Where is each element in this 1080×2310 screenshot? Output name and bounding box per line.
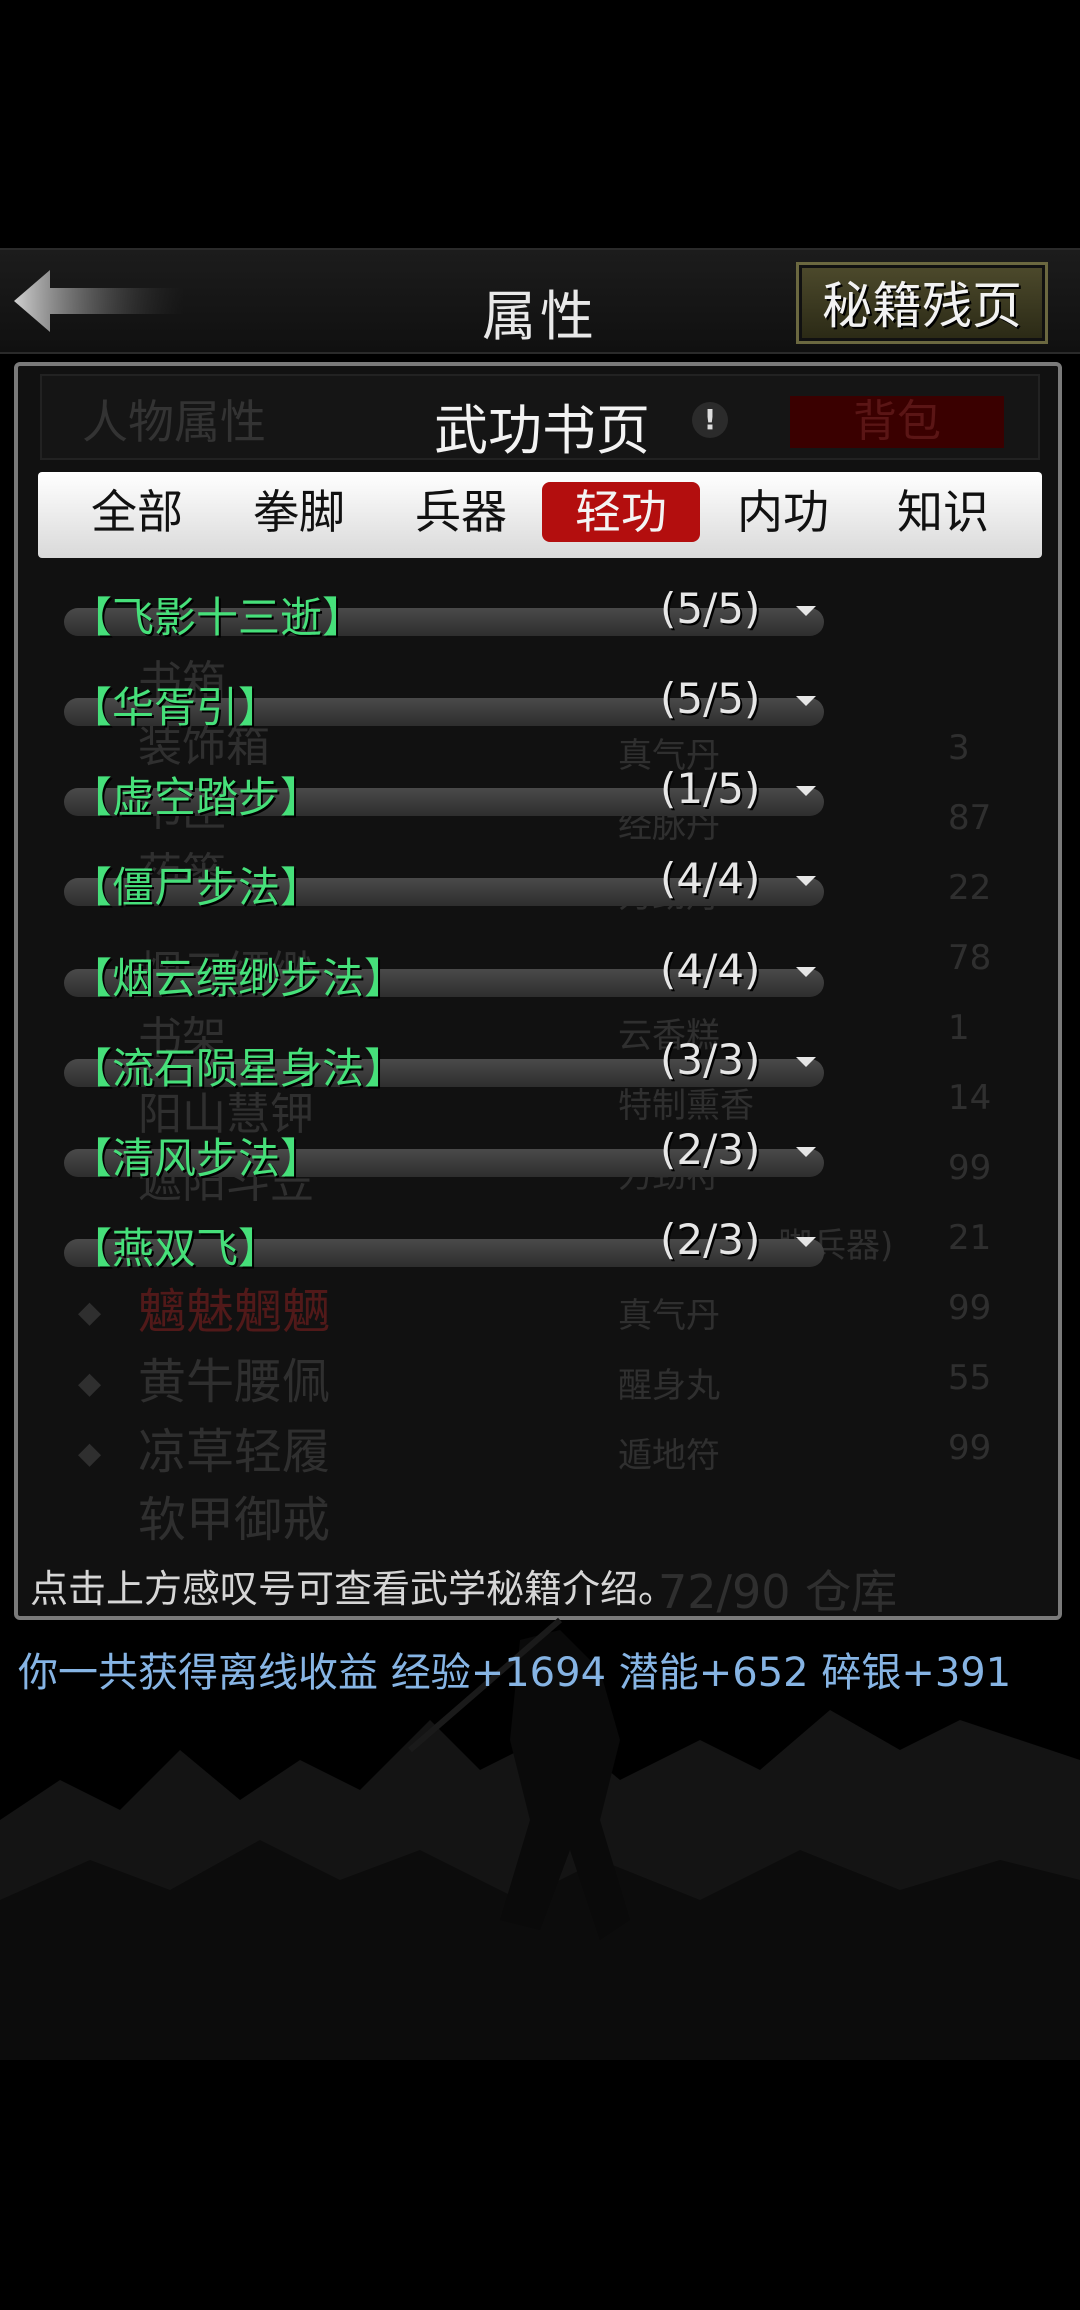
ghost-item-name: 遁地符 [618,1436,720,1476]
skill-row[interactable]: 【烟云缥缈步法】 (4/4) [54,945,834,1005]
filter-tab-inner[interactable]: 内功 [704,482,862,542]
skill-name: 【流石陨星身法】 [70,1044,407,1093]
skill-count: (5/5) [660,584,761,633]
skill-count: (3/3) [660,1035,761,1084]
ghost-item-qty: 78 [948,938,992,978]
secret-pages-button[interactable]: 秘籍残页 [796,262,1048,344]
skill-count: (2/3) [660,1125,761,1174]
skill-count: (5/5) [660,674,761,723]
chevron-down-icon[interactable] [796,876,816,886]
ghost-item-qty: 3 [948,728,970,768]
sub-header: 人物属性 武功书页 ! 背包 [40,374,1040,462]
ghost-item-qty: 99 [948,1148,992,1188]
chevron-down-icon[interactable] [796,1237,816,1247]
offline-rewards-message: 你一共获得离线收益 经验+1694 潜能+652 碎银+391 [18,1650,1012,1696]
ghost-item-qty: 99 [948,1428,992,1468]
diamond-icon: ◆ [78,1366,102,1401]
ghost-item-qty: 87 [948,798,992,838]
skill-name: 【清风步法】 [70,1134,323,1183]
filter-tab-fist[interactable]: 拳脚 [220,482,378,542]
ghost-item: 软甲御戒 [138,1492,331,1548]
info-exclamation-icon[interactable]: ! [692,402,728,438]
skill-name: 【僵尸步法】 [70,863,323,912]
skill-row[interactable]: 【僵尸步法】 (4/4) [54,854,834,914]
ghost-item-name: 真气丹 [618,1296,720,1336]
skill-row[interactable]: 【飞影十三逝】 (5/5) [54,584,834,644]
chevron-down-icon[interactable] [796,786,816,796]
ghost-item-qty: 99 [948,1288,992,1328]
skill-count: (2/3) [660,1215,761,1264]
ghost-item-qty: 1 [948,1008,970,1048]
skill-name: 【虚空踏步】 [70,773,323,822]
filter-tab-weapon[interactable]: 兵器 [382,482,540,542]
filter-tab-lightness[interactable]: 轻功 [542,482,700,542]
skill-count: (4/4) [660,945,761,994]
chevron-down-icon[interactable] [796,967,816,977]
skill-name: 【飞影十三逝】 [70,593,365,642]
skill-row[interactable]: 【燕双飞】 (2/3) [54,1215,834,1275]
diamond-icon: ◆ [78,1436,102,1471]
skill-row[interactable]: 【华胥引】 (5/5) [54,674,834,734]
chevron-down-icon[interactable] [796,696,816,706]
filter-tabs: 全部 拳脚 兵器 轻功 内功 知识 [38,472,1042,558]
chevron-down-icon[interactable] [796,606,816,616]
ghost-item: 魑魅魍魉 [138,1284,331,1340]
ghost-item: 黄牛腰佩 [138,1354,331,1410]
chevron-down-icon[interactable] [796,1057,816,1067]
skill-count: (1/5) [660,764,761,813]
screen: 属性 秘籍残页 书箱 装饰箱 书匣 药篓 烟云缥缈 书架 阳山慧钾 遮阳斗笠 魑… [0,0,1080,2310]
main-panel: 书箱 装饰箱 书匣 药篓 烟云缥缈 书架 阳山慧钾 遮阳斗笠 魑魅魍魉 黄牛腰佩… [14,362,1062,1620]
skill-count: (4/4) [660,854,761,903]
ghost-item-qty: 14 [948,1078,992,1118]
ghost-item-qty: 22 [948,868,992,908]
chevron-down-icon[interactable] [796,1147,816,1157]
skill-name: 【燕双飞】 [70,1224,281,1273]
filter-tab-all[interactable]: 全部 [58,482,216,542]
tab-backpack[interactable]: 背包 [790,396,1004,448]
skill-row[interactable]: 【虚空踏步】 (1/5) [54,764,834,824]
skill-name: 【华胥引】 [70,683,281,732]
ghost-item-qty: 55 [948,1358,992,1398]
diamond-icon: ◆ [78,1295,102,1330]
skill-row[interactable]: 【流石陨星身法】 (3/3) [54,1035,834,1095]
filter-tab-knowledge[interactable]: 知识 [864,482,1022,542]
skill-name: 【烟云缥缈步法】 [70,954,407,1003]
top-bar: 属性 秘籍残页 [0,248,1080,354]
skill-row[interactable]: 【清风步法】 (2/3) [54,1125,834,1185]
ghost-item-qty: 21 [948,1218,992,1258]
ghost-item-name: 醒身丸 [618,1366,720,1406]
ghost-item: 凉草轻履 [138,1424,331,1480]
